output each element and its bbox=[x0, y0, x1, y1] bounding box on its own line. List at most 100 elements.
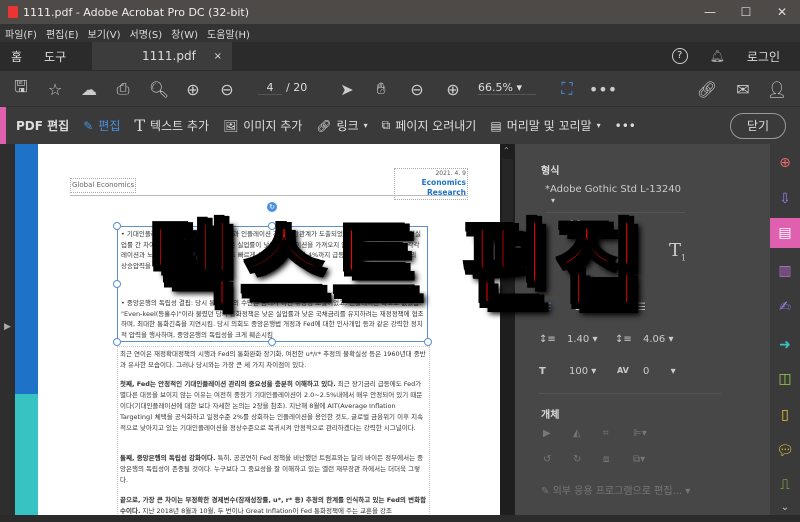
organize-pages-icon[interactable]: ◫ bbox=[770, 364, 800, 394]
page-side-decoration-blue bbox=[15, 144, 38, 394]
body-text-box[interactable]: 최근 연이은 재정확대정책의 시행과 Fed의 통화완화 장기화, 여전한 u*… bbox=[117, 346, 430, 515]
paragraph-4[interactable]: 끝으로, 가장 큰 차이는 부정확한 경제변수(잠재성장률, u*, r* 등)… bbox=[120, 495, 427, 515]
paragraph-3[interactable]: 둘째, 중앙은행의 독립성 강화이다. 특히, 공공연히 Fed 정책을 비난했… bbox=[120, 453, 427, 486]
zoom-select[interactable]: 66.5% ▾ bbox=[478, 81, 536, 95]
paragraph-1[interactable]: 최근 연이은 재정확대정책의 시행과 Fed의 통화완화 장기화, 여전한 u*… bbox=[120, 349, 427, 371]
line-spacing-select[interactable]: 1.40 ▾ bbox=[567, 334, 609, 345]
help-icon[interactable]: ? bbox=[671, 48, 688, 64]
menu-bar: 파일(F) 편집(E) 보기(V) 서명(S) 창(W) 도움말(H) bbox=[0, 24, 800, 42]
page-down-icon[interactable]: ⊖ bbox=[214, 71, 240, 107]
resize-handle[interactable] bbox=[424, 338, 432, 346]
select-arrow-icon[interactable]: ➤ bbox=[334, 71, 360, 107]
edit-external-button[interactable]: ✎ 외부 응용 프로그램으로 편집... ▾ bbox=[541, 482, 690, 497]
save-icon[interactable]: 🖫 bbox=[8, 71, 34, 107]
header-left: Global Economics bbox=[70, 178, 137, 193]
line-spacing-icon: ↕≡ bbox=[539, 334, 556, 345]
edit-external-label: 외부 응용 프로그램으로 편집... bbox=[552, 486, 683, 497]
acrobat-logo-icon bbox=[8, 6, 18, 18]
scroll-up-icon[interactable]: ⌃ bbox=[503, 146, 510, 155]
hand-icon[interactable]: ✋︎ bbox=[368, 71, 394, 107]
horizontal-scale-value: 100 bbox=[569, 366, 589, 377]
menu-view[interactable]: 보기(V) bbox=[88, 26, 121, 41]
document-tab-label: 1111.pdf bbox=[142, 49, 196, 63]
tab-document[interactable]: 1111.pdf × bbox=[92, 42, 232, 70]
header-footer-button[interactable]: ▤ 머리말 및 꼬리말 ▾ bbox=[490, 117, 600, 134]
tracking-value: 0 bbox=[643, 366, 650, 377]
paragraph-spacing-select[interactable]: 4.06 ▾ bbox=[643, 334, 687, 345]
scroll-tools-down-icon[interactable]: ⌄ bbox=[770, 492, 800, 522]
share-link-icon[interactable]: 🔗︎ bbox=[694, 71, 720, 107]
text-icon: T bbox=[134, 116, 146, 135]
accent-bar bbox=[0, 106, 6, 145]
flip-vertical-icon[interactable]: ▶ bbox=[543, 428, 551, 439]
close-edit-button[interactable]: 닫기 bbox=[730, 113, 786, 139]
close-tab-button[interactable]: × bbox=[214, 51, 222, 62]
flip-horizontal-icon[interactable]: ◭ bbox=[573, 428, 581, 439]
cloud-upload-icon[interactable]: ☁ bbox=[76, 71, 102, 107]
more-edit-button[interactable]: ••• bbox=[615, 119, 636, 133]
paragraph-2[interactable]: 첫째, Fed는 안정적인 기대인플레이션 관리의 중요성을 충분히 이해하고 … bbox=[120, 379, 427, 434]
resize-handle[interactable] bbox=[268, 338, 276, 346]
edit-pdf-icon[interactable]: ▤ bbox=[770, 218, 800, 248]
menu-sign[interactable]: 서명(S) bbox=[130, 26, 163, 41]
rotate-right-icon[interactable]: ↻ bbox=[573, 454, 581, 465]
tab-tools[interactable]: 도구 bbox=[33, 48, 77, 65]
zoom-out-icon[interactable]: ⊖ bbox=[404, 71, 430, 107]
link-button[interactable]: 🔗︎ 링크 ▾ bbox=[316, 117, 367, 134]
menu-help[interactable]: 도움말(H) bbox=[207, 26, 250, 41]
search-zoom-icon[interactable]: 🔍︎ bbox=[146, 71, 172, 107]
maximize-button[interactable]: ☐ bbox=[728, 0, 764, 24]
page-up-icon[interactable]: ⊕ bbox=[180, 71, 206, 107]
tools-sidebar: ⊕ ⇩ ▤ ▥ ✍︎ ➜ ◫ ▯ 💬︎ ⎍ ⌄ bbox=[770, 144, 800, 515]
object-heading: 개체 bbox=[541, 410, 560, 421]
rotate-left-icon[interactable]: ↺ bbox=[543, 454, 551, 465]
paragraph-2-lead: 첫째, Fed는 안정적인 기대인플레이션 관리의 중요성을 충분히 이해하고 … bbox=[120, 380, 336, 388]
create-pdf-icon[interactable]: ⊕ bbox=[770, 148, 800, 178]
minimize-button[interactable]: — bbox=[692, 0, 728, 24]
page-total: / 20 bbox=[286, 81, 308, 94]
comment-file-icon[interactable]: ▯ bbox=[770, 400, 800, 430]
edit-button[interactable]: ✎ 편집 bbox=[83, 117, 120, 134]
add-user-icon[interactable]: 👤︎ bbox=[764, 71, 790, 107]
add-text-button[interactable]: T 텍스트 추가 bbox=[134, 116, 209, 135]
page-number-input[interactable]: 4 bbox=[258, 81, 282, 95]
horizontal-scale-select[interactable]: 100 ▾ bbox=[569, 366, 609, 377]
tab-home[interactable]: 홈 bbox=[0, 48, 33, 65]
fill-sign-icon[interactable]: ✍︎ bbox=[770, 292, 800, 322]
page-fit-icon[interactable]: ⛶ bbox=[554, 71, 580, 107]
resize-handle[interactable] bbox=[113, 222, 121, 230]
resize-handle[interactable] bbox=[113, 338, 121, 346]
send-pdf-icon[interactable]: ➜ bbox=[770, 330, 800, 360]
menu-edit[interactable]: 편집(E) bbox=[46, 26, 79, 41]
line-spacing-value: 1.40 bbox=[567, 334, 590, 345]
email-icon[interactable]: ✉ bbox=[730, 71, 756, 107]
zoom-in-icon[interactable]: ⊕ bbox=[440, 71, 466, 107]
combine-files-icon[interactable]: ⇩ bbox=[770, 184, 800, 214]
crop-label: 페이지 오려내기 bbox=[395, 119, 477, 133]
crop-image-icon[interactable]: ⌗ bbox=[603, 428, 609, 439]
login-button[interactable]: 로그인 bbox=[747, 48, 780, 65]
crop-page-button[interactable]: ⧉ 페이지 오려내기 bbox=[382, 117, 477, 134]
left-pane-collapsed[interactable]: ▶ bbox=[0, 144, 15, 515]
crop-icon: ⧉ bbox=[381, 118, 391, 132]
resize-handle[interactable] bbox=[113, 280, 121, 288]
replace-image-icon[interactable]: ⧈ bbox=[603, 454, 609, 465]
subscript-icon[interactable]: T1 bbox=[669, 240, 686, 263]
close-window-button[interactable]: ✕ bbox=[764, 0, 800, 24]
expand-left-pane-icon[interactable]: ▶ bbox=[4, 322, 11, 332]
align-objects-icon[interactable]: ⊫▾ bbox=[633, 428, 647, 439]
export-pdf-icon[interactable]: ▥ bbox=[770, 256, 800, 286]
comment-icon[interactable]: 💬︎ bbox=[770, 436, 800, 466]
pencil-icon: ✎ bbox=[541, 486, 550, 497]
arrange-icon[interactable]: ⧉▾ bbox=[633, 454, 645, 465]
bell-icon[interactable]: 🔔︎ bbox=[710, 49, 725, 63]
paragraph-spacing-value: 4.06 bbox=[643, 334, 666, 345]
star-icon[interactable]: ☆ bbox=[42, 71, 68, 107]
tracking-select[interactable]: 0 ▾ bbox=[643, 366, 683, 377]
menu-window[interactable]: 창(W) bbox=[171, 26, 198, 41]
menu-file[interactable]: 파일(F) bbox=[5, 26, 37, 41]
more-tools-icon[interactable]: ••• bbox=[589, 71, 617, 107]
print-icon[interactable]: ⎙ bbox=[110, 71, 136, 107]
add-image-button[interactable]: 🖼︎ 이미지 추가 bbox=[223, 117, 302, 134]
format-heading: 형식 bbox=[541, 166, 560, 177]
